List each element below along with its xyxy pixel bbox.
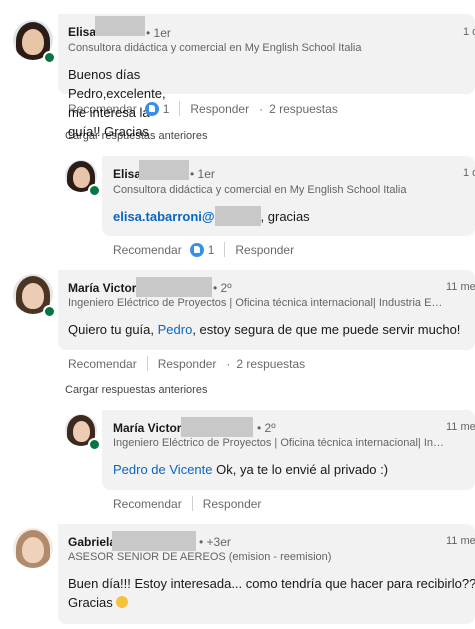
online-status-icon <box>88 438 101 451</box>
comment-text-line: Buen día!!! Estoy interesada... como ten… <box>68 576 475 591</box>
reply-button[interactable]: Responder <box>158 357 217 371</box>
bullet: · <box>259 101 264 116</box>
mention-link[interactable]: Pedro de Vicente <box>113 462 213 477</box>
replies-count-link[interactable]: 2 respuestas <box>236 357 305 371</box>
commenter-name[interactable]: Elisa <box>113 167 141 181</box>
reply-button[interactable]: Responder <box>235 243 294 257</box>
load-previous-replies[interactable]: Cargar respuestas anteriores <box>65 130 207 142</box>
connection-degree: • 2º <box>257 421 276 435</box>
commenter-headline: ASESOR SENIOR DE AEREOS (emision - reemi… <box>68 551 332 563</box>
replies-count-link[interactable]: 2 respuestas <box>269 102 338 116</box>
divider <box>179 101 181 116</box>
comment-actions: Recomendar 1 Responder <box>113 242 294 257</box>
like-button[interactable]: Recomendar <box>113 243 182 257</box>
connection-degree: • 2º <box>213 281 232 295</box>
email-mention-link[interactable]: elisa.tabarroni@ <box>113 209 215 224</box>
reaction-count[interactable]: 1 <box>208 243 215 257</box>
online-status-icon <box>88 184 101 197</box>
redacted-email-domain <box>214 206 261 226</box>
commenter-headline: Ingeniero Eléctrico de Proyectos | Ofici… <box>113 437 444 449</box>
comment-text-rest: Ok, ya te lo envié al privado :) <box>212 462 389 477</box>
commenter-name[interactable]: María Victoria <box>113 421 191 435</box>
connection-degree: • 1er <box>146 26 171 40</box>
commenter-name[interactable]: Elisa <box>68 25 96 39</box>
divider <box>146 356 148 371</box>
redacted-surname <box>95 16 145 36</box>
smiling-face-emoji <box>116 596 129 608</box>
reply-button[interactable]: Responder <box>203 497 262 511</box>
bullet: · <box>226 356 231 371</box>
comment-time: 11 me <box>446 281 475 293</box>
comment-actions: Recomendar Responder <box>113 496 261 511</box>
commenter-headline: Ingeniero Eléctrico de Proyectos | Ofici… <box>68 297 443 309</box>
comment-text-start: Quiero tu guía, <box>68 322 158 337</box>
redacted-surname <box>139 160 189 180</box>
comment-time: 11 me <box>446 535 475 547</box>
like-button[interactable]: Recomendar <box>68 357 137 371</box>
like-button[interactable]: Recomendar <box>113 497 182 511</box>
divider <box>224 242 226 257</box>
comment-text-rest: , gracias <box>260 209 310 224</box>
redacted-surname <box>112 531 196 551</box>
online-status-icon <box>43 51 56 64</box>
reply-button[interactable]: Responder <box>190 102 249 116</box>
load-previous-replies[interactable]: Cargar respuestas anteriores <box>65 384 207 396</box>
commenter-name[interactable]: María Victoria <box>68 281 146 295</box>
commenter-headline: Consultora didáctica y comercial en My E… <box>68 42 362 54</box>
comment-text: Quiero tu guía, Pedro, estoy segura de q… <box>68 320 460 339</box>
comment-text: Buen día!!! Estoy interesada... como ten… <box>68 574 475 612</box>
like-reaction-icon <box>189 242 204 257</box>
comment-text-end: Gracias <box>68 595 113 610</box>
reaction-count[interactable]: 1 <box>163 102 170 116</box>
connection-degree: • +3er <box>199 535 231 549</box>
commenter-name[interactable]: Gabriela <box>68 535 116 549</box>
comment-text-line: Gracias <box>68 593 473 612</box>
comment-time: 1 d <box>463 26 475 38</box>
connection-degree: • 1er <box>190 167 215 181</box>
avatar[interactable] <box>13 528 53 568</box>
commenter-headline: Consultora didáctica y comercial en My E… <box>113 184 407 196</box>
mention-link[interactable]: Pedro <box>158 322 193 337</box>
like-reaction-icon <box>144 101 159 116</box>
like-button[interactable]: Recomendar <box>68 102 137 116</box>
redacted-surname <box>181 417 253 437</box>
comment-time: 11 me <box>446 421 475 433</box>
comment-actions: Recomendar 1 Responder · 2 respuestas <box>68 101 338 116</box>
comment-text-rest: , estoy segura de que me puede servir mu… <box>192 322 461 337</box>
comment-text: Pedro de Vicente Ok, ya te lo envié al p… <box>113 460 388 479</box>
comment-time: 1 d <box>463 167 475 179</box>
comment-text: elisa.tabarroni@ , gracias <box>113 206 310 226</box>
comment-actions: Recomendar Responder · 2 respuestas <box>68 356 305 371</box>
online-status-icon <box>43 305 56 318</box>
divider <box>191 496 193 511</box>
redacted-surname <box>136 277 212 297</box>
